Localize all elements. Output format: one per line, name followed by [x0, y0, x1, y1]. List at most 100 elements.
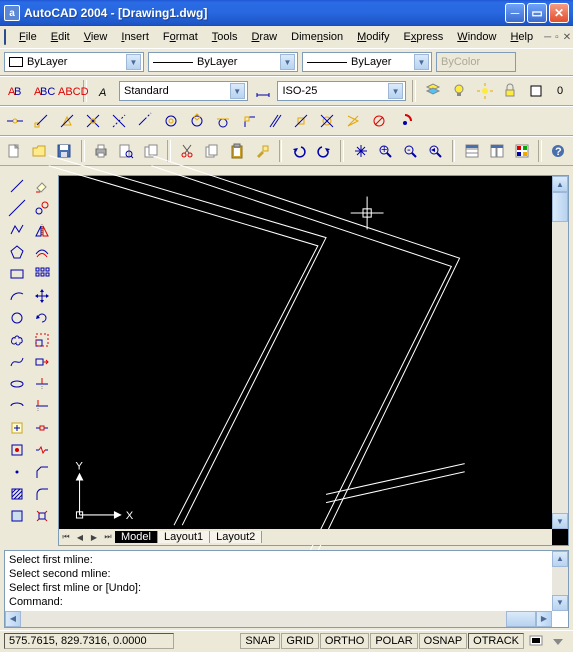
snap-endpoint-icon[interactable]: [30, 110, 52, 132]
close-button[interactable]: ✕: [549, 3, 569, 23]
scale-icon[interactable]: [29, 329, 54, 351]
undo-icon[interactable]: [288, 140, 309, 162]
dimstyle-combo[interactable]: ISO-25 ▼: [277, 81, 406, 101]
snap-tangent-icon[interactable]: [212, 110, 234, 132]
textstyle-combo[interactable]: Standard ▼: [119, 81, 248, 101]
snap-extension-icon[interactable]: [134, 110, 156, 132]
dimstyle-icon[interactable]: [252, 80, 274, 102]
zoom-realtime-icon[interactable]: +: [375, 140, 396, 162]
command-prompt[interactable]: Command:: [9, 595, 564, 609]
break-at-icon[interactable]: [29, 417, 54, 439]
menu-view[interactable]: View: [77, 29, 115, 45]
properties-icon[interactable]: [461, 140, 482, 162]
redo-icon[interactable]: [313, 140, 334, 162]
snap-insert-icon[interactable]: [290, 110, 312, 132]
cut-icon[interactable]: [177, 140, 198, 162]
lock-icon[interactable]: [499, 80, 521, 102]
text-style-a-icon[interactable]: AB: [4, 80, 26, 102]
hatch-icon[interactable]: [4, 483, 29, 505]
pan-icon[interactable]: [350, 140, 371, 162]
menu-edit[interactable]: Edit: [44, 29, 77, 45]
save-icon[interactable]: [54, 140, 75, 162]
cmd-vertical-scrollbar[interactable]: ▲ ▼: [552, 551, 568, 611]
grid-toggle[interactable]: GRID: [281, 633, 319, 649]
snap-settings-icon[interactable]: [394, 110, 416, 132]
snap-toggle[interactable]: SNAP: [240, 633, 280, 649]
copy-obj-icon[interactable]: [29, 197, 54, 219]
scroll-down-icon[interactable]: ▼: [552, 513, 568, 529]
mdi-minimize-button[interactable]: ─: [544, 30, 551, 44]
insert-block-icon[interactable]: [4, 417, 29, 439]
scroll-left-icon[interactable]: ◀: [5, 611, 21, 627]
tool-palettes-icon[interactable]: [511, 140, 532, 162]
print-preview-icon[interactable]: [115, 140, 136, 162]
maximize-button[interactable]: ▭: [527, 3, 547, 23]
status-tray-icon[interactable]: [547, 630, 569, 652]
snap-quadrant-icon[interactable]: [186, 110, 208, 132]
menu-window[interactable]: Window: [450, 29, 503, 45]
menu-file[interactable]: File: [12, 29, 44, 45]
polygon-icon[interactable]: [4, 241, 29, 263]
drawing-area[interactable]: X Y ▲ ▼ ⏮ ◀ ▶ ⏭ Model Layout1 Layout2: [58, 175, 569, 546]
bulb-icon[interactable]: [448, 80, 470, 102]
region-icon[interactable]: [4, 505, 29, 527]
ellipse-icon[interactable]: [4, 373, 29, 395]
snap-nearest-icon[interactable]: [342, 110, 364, 132]
model-paper-icon[interactable]: [525, 630, 547, 652]
layer-states-icon[interactable]: [422, 80, 444, 102]
print-icon[interactable]: [91, 140, 112, 162]
linetype-combo[interactable]: ByLayer ▼: [148, 52, 298, 72]
mdi-restore-button[interactable]: ▫: [555, 30, 559, 44]
tab-prev-icon[interactable]: ◀: [73, 530, 87, 544]
help-icon[interactable]: ?: [548, 140, 569, 162]
lineweight-combo[interactable]: ByLayer ▼: [302, 52, 432, 72]
revcloud-icon[interactable]: [4, 329, 29, 351]
menu-dimension[interactable]: Dimension: [284, 29, 350, 45]
trim-icon[interactable]: [29, 373, 54, 395]
fillet-icon[interactable]: [29, 483, 54, 505]
scroll-down-icon[interactable]: ▼: [552, 595, 568, 611]
menu-format[interactable]: Format: [156, 29, 205, 45]
text-style-b-icon[interactable]: ABC: [30, 80, 52, 102]
polar-toggle[interactable]: POLAR: [370, 633, 417, 649]
tab-first-icon[interactable]: ⏮: [59, 530, 73, 544]
publish-icon[interactable]: [140, 140, 161, 162]
tab-layout1[interactable]: Layout1: [158, 531, 210, 543]
menu-help[interactable]: Help: [503, 29, 540, 45]
menu-modify[interactable]: Modify: [350, 29, 396, 45]
break-icon[interactable]: [29, 439, 54, 461]
paste-icon[interactable]: [227, 140, 248, 162]
design-center-icon[interactable]: [486, 140, 507, 162]
offset-icon[interactable]: [29, 241, 54, 263]
tab-layout2[interactable]: Layout2: [210, 531, 262, 543]
minimize-button[interactable]: ─: [505, 3, 525, 23]
copy-icon[interactable]: [202, 140, 223, 162]
snap-none-icon[interactable]: [368, 110, 390, 132]
new-icon[interactable]: [4, 140, 25, 162]
tab-last-icon[interactable]: ⏭: [101, 530, 115, 544]
scroll-thumb[interactable]: [552, 192, 568, 222]
coordinates-display[interactable]: 575.7615, 829.7316, 0.0000: [4, 633, 174, 649]
mirror-icon[interactable]: [29, 219, 54, 241]
scroll-up-icon[interactable]: ▲: [552, 176, 568, 192]
vertical-scrollbar[interactable]: ▲ ▼: [552, 176, 568, 529]
snap-perpendicular-icon[interactable]: [238, 110, 260, 132]
matchprop-icon[interactable]: [252, 140, 273, 162]
color-combo[interactable]: ByLayer ▼: [4, 52, 144, 72]
arc-icon[interactable]: [4, 285, 29, 307]
chamfer-icon[interactable]: [29, 461, 54, 483]
stretch-icon[interactable]: [29, 351, 54, 373]
snap-node-icon[interactable]: [316, 110, 338, 132]
snap-center-icon[interactable]: [160, 110, 182, 132]
tab-model[interactable]: Model: [115, 531, 158, 543]
make-block-icon[interactable]: [4, 439, 29, 461]
menu-draw[interactable]: Draw: [244, 29, 284, 45]
erase-icon[interactable]: [29, 175, 54, 197]
open-icon[interactable]: [29, 140, 50, 162]
array-icon[interactable]: [29, 263, 54, 285]
scroll-thumb[interactable]: [506, 611, 536, 627]
cmd-horizontal-scrollbar[interactable]: ◀ ▶: [5, 611, 552, 627]
zoom-previous-icon[interactable]: [425, 140, 446, 162]
xline-icon[interactable]: [4, 197, 29, 219]
move-icon[interactable]: [29, 285, 54, 307]
